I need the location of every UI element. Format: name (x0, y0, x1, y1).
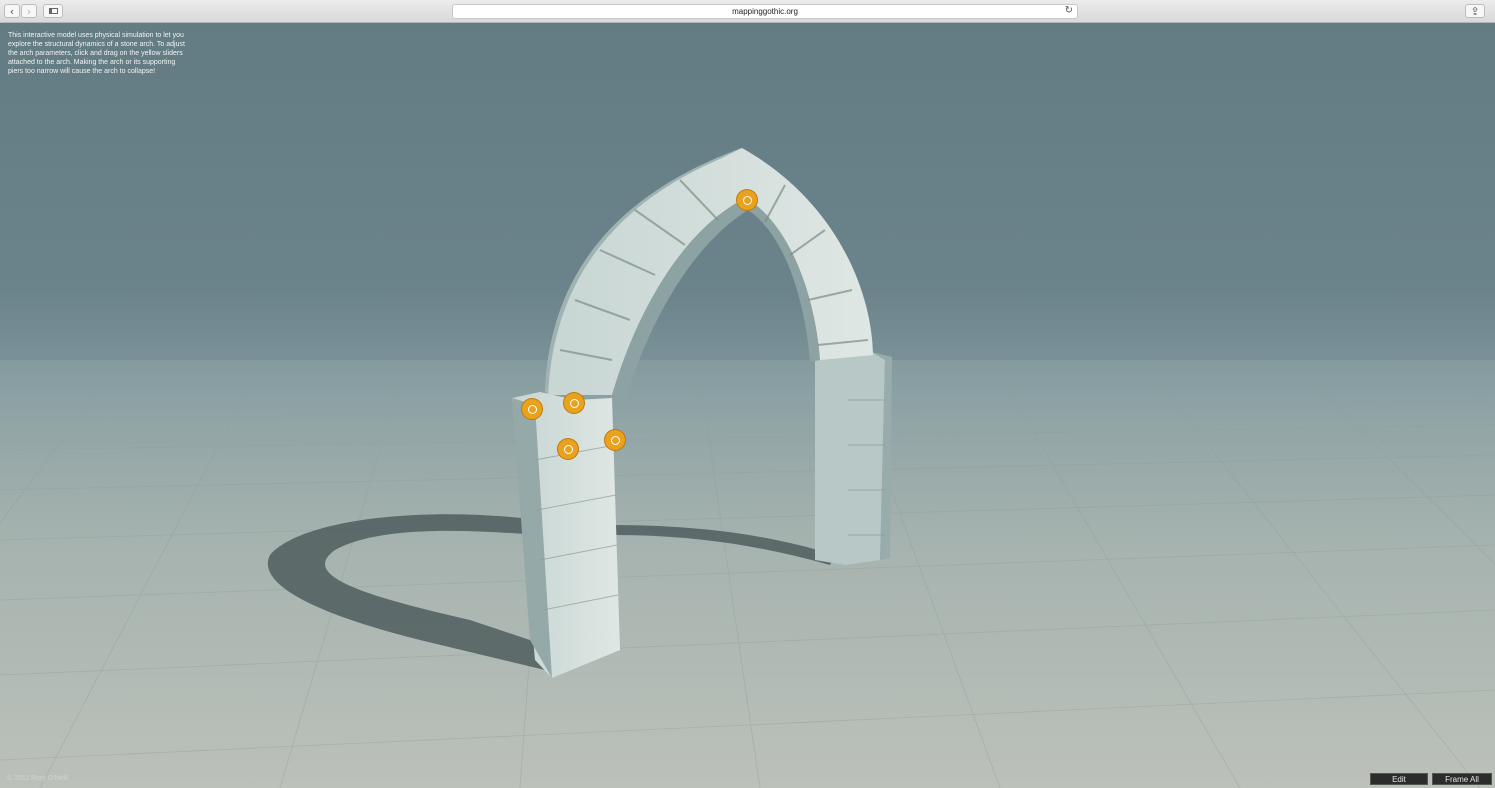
sidebar-button[interactable] (43, 4, 63, 18)
apex-handle[interactable] (737, 190, 757, 210)
browser-toolbar: ‹ › mappinggothic.org ↻ ⇪ (0, 0, 1495, 23)
sidebar-icon (48, 8, 58, 14)
edit-button[interactable]: Edit (1370, 773, 1428, 785)
address-bar[interactable]: mappinggothic.org ↻ (452, 4, 1078, 19)
pier-depth-handle[interactable] (558, 439, 578, 459)
chevron-right-icon: › (26, 4, 32, 18)
springing-handle[interactable] (605, 430, 625, 450)
chevron-left-icon: ‹ (9, 4, 15, 18)
arch-thickness-handle[interactable] (564, 393, 584, 413)
frame-all-button[interactable]: Frame All (1432, 773, 1492, 785)
reload-icon[interactable]: ↻ (1065, 5, 1073, 16)
url-text: mappinggothic.org (732, 7, 798, 16)
share-button[interactable]: ⇪ (1465, 4, 1485, 18)
copyright-text: © 2011 Rory O'Neill (7, 775, 69, 782)
pier-width-handle[interactable] (522, 399, 542, 419)
forward-button[interactable]: › (21, 4, 37, 18)
back-button[interactable]: ‹ (4, 4, 20, 18)
arch-3d-viewport[interactable] (0, 23, 1495, 788)
scene-render (0, 148, 1495, 788)
share-icon: ⇪ (1470, 4, 1480, 18)
instructions-text: This interactive model uses physical sim… (8, 32, 185, 75)
